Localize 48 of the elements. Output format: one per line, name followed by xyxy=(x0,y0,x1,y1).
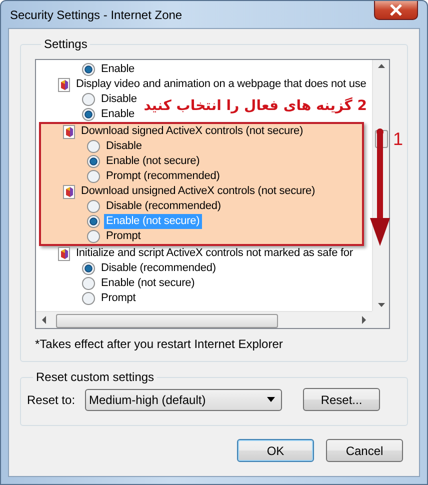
radio-button[interactable] xyxy=(82,262,95,275)
window-title: Security Settings - Internet Zone xyxy=(9,7,182,22)
setting-heading: Display video and animation on a webpage that does not use xyxy=(75,77,368,92)
scroll-left-icon[interactable] xyxy=(40,315,49,325)
setting-heading: Download unsigned ActiveX controls (not secure) xyxy=(80,184,316,199)
radio-button[interactable] xyxy=(87,230,100,243)
radio-button[interactable] xyxy=(87,170,100,183)
option-label[interactable]: Disable xyxy=(99,92,139,107)
reset-button[interactable]: Reset... xyxy=(303,388,380,411)
radio-button[interactable] xyxy=(82,108,95,121)
caret-icon xyxy=(267,397,275,402)
scroll-right-icon[interactable] xyxy=(359,315,368,325)
option-label[interactable]: Enable (not secure) xyxy=(99,276,197,291)
radio-button[interactable] xyxy=(87,215,100,228)
group-label: Settings xyxy=(43,37,88,51)
scroll-thumb[interactable] xyxy=(56,314,278,328)
option-label[interactable]: Disable (recommended) xyxy=(104,199,223,214)
option-label[interactable]: Disable xyxy=(104,139,144,154)
option-label[interactable]: Prompt xyxy=(104,229,143,244)
document-icon xyxy=(63,184,75,198)
document-icon xyxy=(58,246,70,260)
annotation-text: 2 گزینه های فعال را انتخاب کنید xyxy=(144,96,367,116)
close-button[interactable] xyxy=(374,1,418,20)
step-number: 1 xyxy=(392,129,403,149)
option-label[interactable]: Enable xyxy=(99,62,137,77)
close-icon xyxy=(389,4,403,16)
reset-to-label: Reset to: xyxy=(27,392,76,406)
radio-button[interactable] xyxy=(82,93,95,106)
footnote-text: *Takes effect after you restart Internet Explorer xyxy=(35,337,284,351)
document-icon xyxy=(63,124,75,138)
document-icon xyxy=(58,78,70,92)
radio-button[interactable] xyxy=(82,277,95,290)
radio-button[interactable] xyxy=(82,63,95,76)
reset-level-dropdown[interactable]: Medium-high (default) xyxy=(85,388,282,410)
option-label[interactable]: Enable xyxy=(99,107,137,122)
option-label[interactable]: Disable (recommended) xyxy=(99,261,218,276)
option-label[interactable]: Enable (not secure) xyxy=(104,154,202,169)
setting-heading: Download signed ActiveX controls (not secure) xyxy=(80,124,304,139)
radio-button[interactable] xyxy=(87,155,100,168)
setting-heading: Initialize and script ActiveX controls not marked as safe for xyxy=(75,246,354,261)
option-label[interactable]: Prompt (recommended) xyxy=(104,169,222,184)
radio-button[interactable] xyxy=(82,292,95,305)
dialog-button[interactable]: OK xyxy=(237,439,314,462)
option-label[interactable]: Prompt xyxy=(99,291,138,306)
dialog-button[interactable]: Cancel xyxy=(326,439,403,462)
group-label: Reset custom settings xyxy=(35,370,156,384)
radio-button[interactable] xyxy=(87,140,100,153)
radio-button[interactable] xyxy=(87,200,100,213)
